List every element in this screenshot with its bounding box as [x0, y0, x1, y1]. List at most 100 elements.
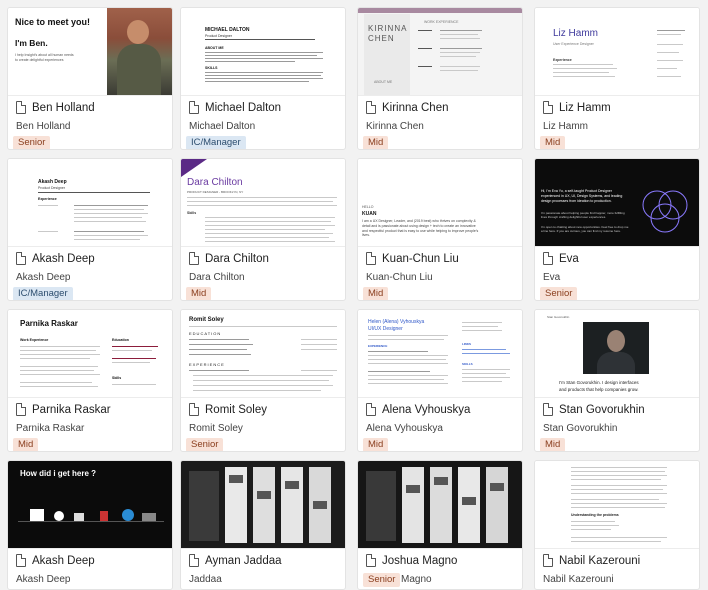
card-title-row: Akash Deep — [16, 252, 95, 265]
venn-diagram — [642, 190, 688, 233]
card-title-row: Stan Govorukhin — [543, 403, 645, 416]
card-thumbnail: Liz Hamm User Experience Designer Experi… — [535, 8, 699, 96]
card-title-row: Liz Hamm — [543, 101, 611, 114]
document-icon — [543, 101, 553, 114]
card-title: Ben Holland — [32, 101, 95, 114]
resume-card-parnika-raskar[interactable]: Parnika Raskar Work Experience Education… — [7, 309, 173, 452]
resume-card-joshua-magno[interactable]: Joshua Magno Joshua Magno Senior — [357, 460, 523, 590]
level-badge: IC/Manager — [186, 136, 246, 149]
thumb-hello: HELLO — [362, 205, 374, 209]
level-badge: Senior — [186, 438, 224, 451]
level-badge: Mid — [363, 438, 389, 451]
document-icon — [16, 403, 26, 416]
card-title: Kuan-Chun Liu — [382, 252, 459, 265]
card-thumbnail: Understanding the problems — [535, 461, 699, 549]
card-title: Akash Deep — [32, 252, 95, 265]
card-title-row: Kirinna Chen — [366, 101, 448, 114]
document-icon — [543, 403, 553, 416]
card-title: Kirinna Chen — [382, 101, 449, 114]
document-icon — [543, 252, 553, 265]
document-icon — [366, 554, 376, 567]
thumb-section-about: ABOUT ME — [205, 46, 224, 50]
card-title-row: Ben Holland — [16, 101, 95, 114]
thumb-name-line1: KIRINNA — [368, 24, 408, 33]
resume-card-alena-vyhouskya[interactable]: Helen (Alena) Vyhouskya UI/UX Designer E… — [357, 309, 523, 452]
card-title: Eva — [559, 252, 579, 265]
level-badge: Mid — [540, 136, 566, 149]
card-title: Stan Govorukhin — [559, 403, 645, 416]
card-thumbnail: MICHAEL DALTON Product Designer ABOUT ME… — [181, 8, 345, 96]
thumb-line2: I'm passionate about helping people find… — [541, 211, 625, 220]
thumb-intro: Hi, I'm Eva Yu, a self-taught Product De… — [541, 189, 623, 203]
card-thumbnail: HELLO KUAN I am a UX Designer, Leader, a… — [358, 159, 522, 247]
card-title: Akash Deep — [32, 554, 95, 567]
document-icon — [543, 554, 553, 567]
card-title-row: Parnika Raskar — [16, 403, 111, 416]
thumb-label: Experience — [38, 197, 57, 201]
thumb-name: KUAN — [362, 211, 377, 217]
card-title: Parnika Raskar — [32, 403, 111, 416]
resume-card-ayman-jaddaa[interactable]: Ayman Jaddaa Jaddaa — [180, 460, 346, 590]
resume-card-nabil-kazerouni[interactable]: Understanding the problems Nabil Kazerou… — [534, 460, 700, 590]
document-icon — [189, 403, 199, 416]
thumb-text: I am a UX Designer, Leader, and (2019 be… — [362, 219, 479, 238]
resume-card-michael-dalton[interactable]: MICHAEL DALTON Product Designer ABOUT ME… — [180, 7, 346, 150]
card-thumbnail — [181, 461, 345, 549]
card-title-row: Romit Soley — [189, 403, 267, 416]
card-thumbnail: Parnika Raskar Work Experience Education… — [8, 310, 172, 398]
resume-card-dara-chilton[interactable]: Dara Chilton PRODUCT DESIGNER - BROOKLYN… — [180, 158, 346, 301]
card-subtitle: Kuan-Chun Liu — [366, 272, 433, 283]
resume-card-eva[interactable]: Hi, I'm Eva Yu, a self-taught Product De… — [534, 158, 700, 301]
document-icon — [16, 252, 26, 265]
card-subtitle: Stan Govorukhin — [543, 423, 618, 434]
thumb-name-line2: CHEN — [368, 34, 395, 43]
thumb-label-about: ABOUT ME — [374, 80, 393, 84]
resume-card-liz-hamm[interactable]: Liz Hamm User Experience Designer Experi… — [534, 7, 700, 150]
card-subtitle: Eva — [543, 272, 561, 283]
card-title-row: Akash Deep — [16, 554, 95, 567]
resume-card-akash-deep-timeline[interactable]: How did i get here ? Akash Deep Akash De… — [7, 460, 173, 590]
card-title: Ayman Jaddaa — [205, 554, 282, 567]
card-title-row: Kuan-Chun Liu — [366, 252, 459, 265]
card-subtitle: Romit Soley — [189, 423, 243, 434]
thumb-label: Experience — [553, 58, 572, 62]
card-thumbnail: Dara Chilton PRODUCT DESIGNER - BROOKLYN… — [181, 159, 345, 247]
thumb-label: Understanding the problems — [571, 513, 619, 517]
card-thumbnail: Hi, I'm Eva Yu, a self-taught Product De… — [535, 159, 699, 247]
thumb-label-work: Work Experience — [20, 338, 49, 342]
thumb-line3: I'm open to chatting about new opportuni… — [541, 225, 629, 234]
card-title-row: Michael Dalton — [189, 101, 281, 114]
card-thumbnail: KIRINNA CHEN ABOUT ME WORK EXPERIENCE — [358, 8, 522, 96]
thumb-label-education: Education — [112, 338, 129, 342]
card-subtitle: Jaddaa — [189, 574, 222, 585]
card-thumbnail: Helen (Alena) Vyhouskya UI/UX Designer E… — [358, 310, 522, 398]
card-subtitle: Parnika Raskar — [16, 423, 85, 434]
thumb-heading: How did i get here ? — [20, 469, 97, 478]
document-icon — [16, 101, 26, 114]
thumb-name: Akash Deep — [38, 179, 67, 185]
thumb-label-skills: SKILLS — [462, 362, 473, 366]
resume-card-kuan-chun-liu[interactable]: HELLO KUAN I am a UX Designer, Leader, a… — [357, 158, 523, 301]
resume-card-ben-holland[interactable]: Nice to meet you! I'm Ben. I help Insigh… — [7, 7, 173, 150]
card-subtitle: Ben Holland — [16, 121, 71, 132]
resume-card-kirinna-chen[interactable]: KIRINNA CHEN ABOUT ME WORK EXPERIENCE Ki… — [357, 7, 523, 150]
thumb-role: PRODUCT DESIGNER - BROOKLYN, NY — [187, 190, 244, 194]
card-thumbnail — [358, 461, 522, 549]
level-badge: Mid — [13, 438, 39, 451]
thumb-label-skills: Skills — [112, 376, 122, 380]
thumb-name: Parnika Raskar — [20, 319, 78, 328]
level-badge: Mid — [363, 287, 389, 300]
level-badge: Senior — [13, 136, 51, 149]
card-subtitle: Kirinna Chen — [366, 121, 424, 132]
card-subtitle: Alena Vyhouskya — [366, 423, 443, 434]
thumb-role: User Experience Designer — [553, 42, 594, 46]
thumb-role: UI/UX Designer — [368, 326, 403, 332]
resume-card-stan-govorukhin[interactable]: Stan Govorukhin I'm Stan Govorukhin. I d… — [534, 309, 700, 452]
card-title-row: Dara Chilton — [189, 252, 269, 265]
resume-card-romit-soley[interactable]: Romit Soley EDUCATION EXPERIENCE Romit S… — [180, 309, 346, 452]
card-title: Joshua Magno — [382, 554, 458, 567]
resume-card-akash-deep[interactable]: Akash Deep Product Designer Experience A… — [7, 158, 173, 301]
card-thumbnail: How did i get here ? — [8, 461, 172, 549]
document-icon — [189, 252, 199, 265]
profile-photo — [583, 322, 649, 374]
